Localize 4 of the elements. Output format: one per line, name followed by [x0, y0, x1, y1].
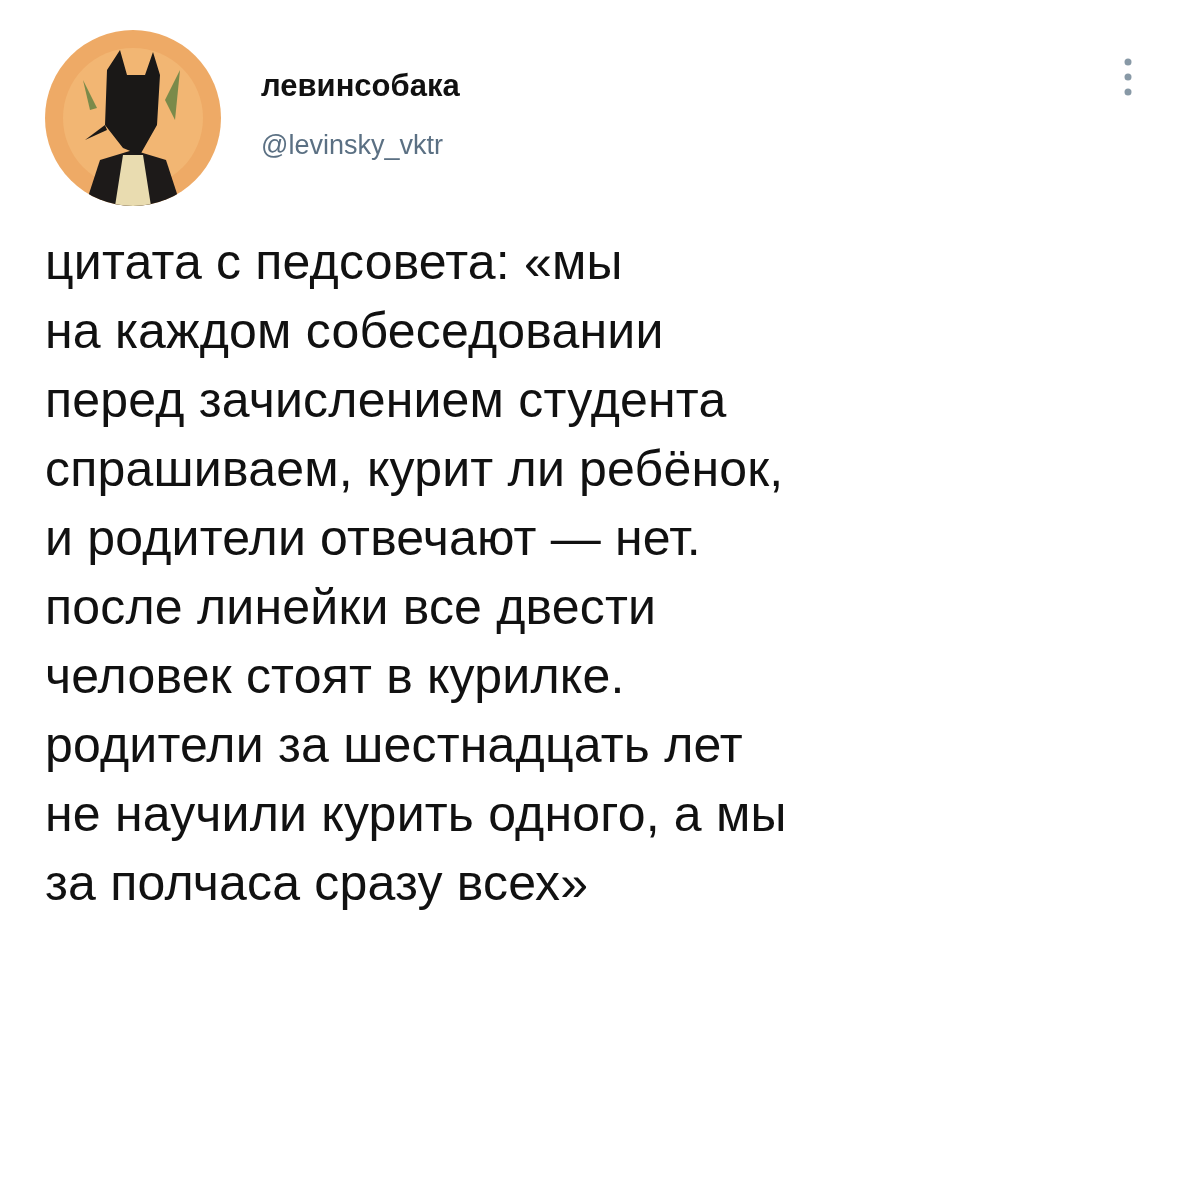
- more-options-icon[interactable]: [1124, 58, 1132, 96]
- author-name[interactable]: левинсобака: [261, 67, 1084, 104]
- author-handle[interactable]: @levinsky_vktr: [261, 129, 1084, 161]
- tweet-text: цитата с педсовета: «мы на каждом собеседовании перед зачислением студента спрашиваем, курит ли ребёнок, и родители отвечают — нет. после линейки все двести человек стоят в курилке. родители за шестнадцать лет не научили курить одного, а мы за полчаса сразу всех»: [45, 233, 788, 913]
